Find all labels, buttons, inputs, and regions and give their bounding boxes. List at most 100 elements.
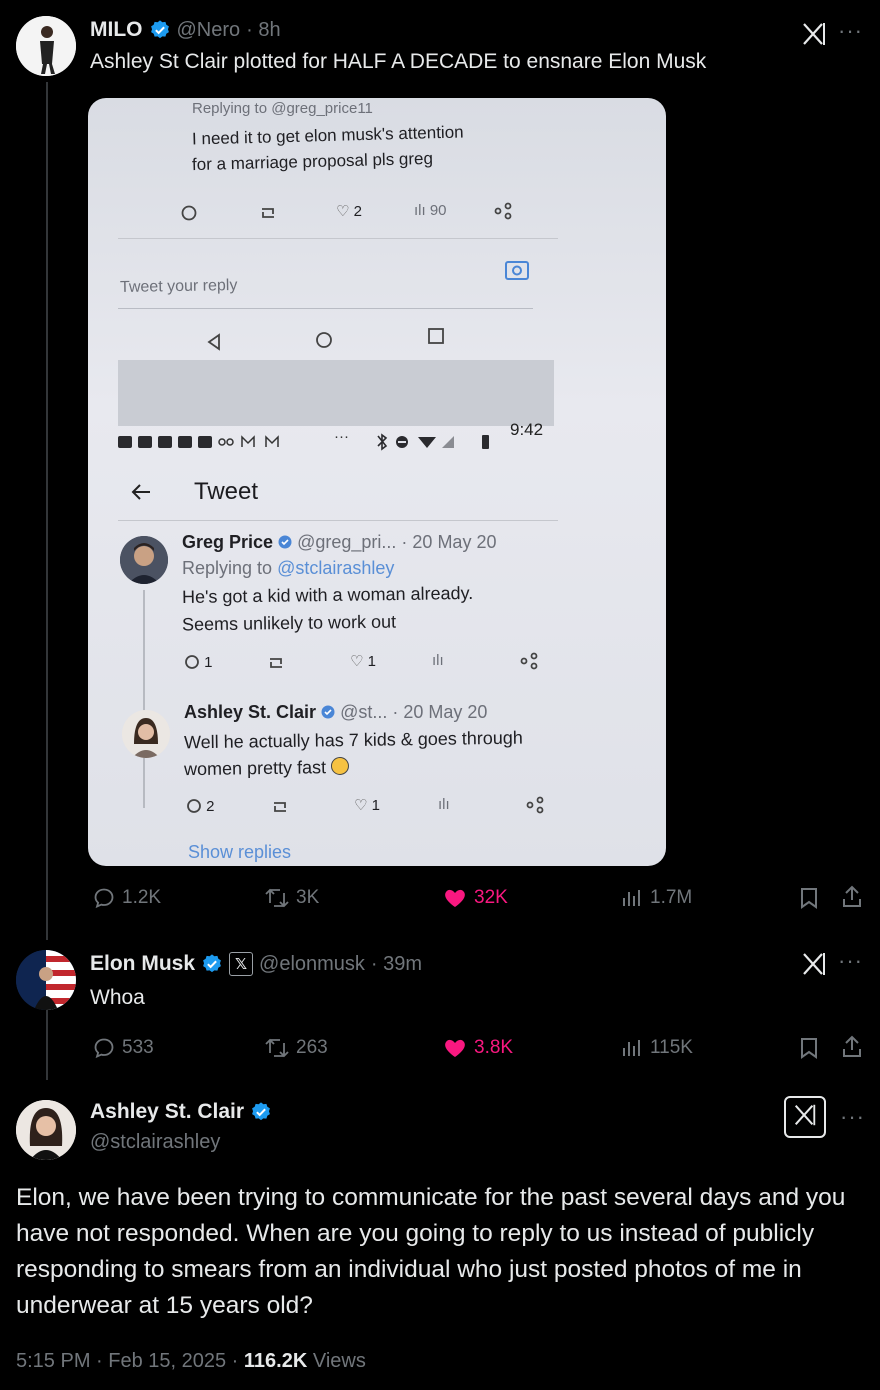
photo-greg-views-icon: ılı [432, 652, 444, 669]
photo-views: ılı 90 [414, 202, 447, 219]
avatar-ashley[interactable] [16, 1100, 76, 1160]
like-button[interactable]: 32K [442, 886, 508, 910]
tweet-timestamp: 5:15 PM · Feb 15, 2025 · 116.2K Views [16, 1350, 366, 1373]
author-name[interactable]: Ashley St. Clair [90, 1100, 244, 1124]
photo-ashley-line1: Well he actually has 7 kids & goes throu… [183, 727, 523, 753]
share-icon[interactable] [840, 884, 864, 915]
avatar-milo[interactable] [16, 16, 76, 76]
photo-ashley-share-icon [526, 796, 544, 819]
repost-icon [264, 1036, 290, 1060]
photo-status-right-icons [374, 432, 504, 457]
tweet2-header: Elon Musk 𝕏 @elonmusk · 39m [90, 952, 422, 976]
photo-ashley-likes: ♡ 1 [354, 797, 380, 814]
repost-icon [264, 886, 290, 910]
reply-icon [92, 1036, 116, 1060]
bookmark-icon[interactable] [798, 886, 820, 915]
photo-share-icon [494, 202, 512, 225]
reply-button[interactable]: 1.2K [92, 886, 161, 910]
verified-icon [149, 19, 171, 42]
verified-icon [250, 1101, 272, 1124]
photo-greg-repost-icon [266, 654, 286, 677]
photo-ashley-replies: 2 [186, 798, 215, 815]
photo-show-replies: Show replies [188, 842, 292, 862]
photo-ashley-header: Ashley St. Clair @st... · 20 May 20 [184, 702, 488, 722]
more-icon[interactable]: ··· [840, 1104, 865, 1130]
photo-greg-line2: Seems unlikely to work out [181, 611, 397, 635]
photo-ashley-avatar [122, 710, 170, 758]
photo-status-time: 9:42 [510, 420, 544, 439]
more-icon[interactable]: ··· [838, 948, 863, 974]
like-button[interactable]: 3.8K [442, 1036, 513, 1060]
view-count: 116.2K [243, 1350, 308, 1372]
tweet3-header: Ashley St. Clair [90, 1100, 272, 1124]
repost-count: 263 [296, 1037, 328, 1058]
reply-button[interactable]: 533 [92, 1036, 154, 1060]
photo-camera-icon [504, 258, 530, 287]
author-handle[interactable]: @Nero [177, 19, 241, 42]
photo-ashley-repost-icon [270, 798, 290, 821]
photo-greg-header: Greg Price @greg_pri... · 20 May 20 [182, 532, 497, 552]
thread-line [46, 1010, 48, 1080]
author-handle[interactable]: @elonmusk [259, 953, 365, 976]
views-count: 115K [650, 1037, 693, 1058]
grok-icon[interactable] [800, 20, 828, 53]
tweet1-header: MILO @Nero · 8h [90, 18, 281, 42]
photo-nav-recent-icon [426, 326, 446, 351]
author-name[interactable]: MILO [90, 18, 143, 42]
photo-nav-back-icon [204, 332, 224, 357]
reply-count: 1.2K [122, 887, 162, 908]
timestamp-text[interactable]: 5:15 PM · Feb 15, 2025 · [16, 1350, 244, 1372]
tweet-time[interactable]: · 8h [246, 19, 280, 42]
views-button[interactable]: 115K [620, 1036, 693, 1060]
views-button[interactable]: 1.7M [620, 886, 692, 910]
share-icon[interactable] [840, 1034, 864, 1065]
verified-icon [201, 953, 223, 976]
photo-greg-share-icon [520, 652, 538, 675]
thread-line [46, 82, 48, 940]
more-icon[interactable]: ··· [838, 18, 863, 44]
x-affiliation-icon: 𝕏 [229, 952, 254, 976]
author-handle[interactable]: @stclairashley [90, 1131, 220, 1154]
photo-header-title: Tweet [194, 478, 259, 505]
photo-reply-icon [180, 204, 198, 227]
tweet-text: Elon, we have been trying to communicate… [16, 1184, 846, 1319]
like-count: 3.8K [474, 1037, 514, 1058]
tweet-text: Whoa [90, 986, 145, 1009]
photo-tweet-line1: I need it to get elon musk's attention [191, 122, 464, 149]
tweet-time[interactable]: · 39m [371, 953, 422, 976]
author-name[interactable]: Elon Musk [90, 952, 195, 976]
photo-greg-replies: 1 [184, 654, 213, 671]
photo-tweet-line2: for a marriage proposal pls greg [191, 148, 434, 175]
repost-count: 3K [296, 887, 320, 908]
repost-button[interactable]: 263 [264, 1036, 328, 1060]
views-label: Views [307, 1350, 366, 1372]
photo-greg-replying: Replying to @stclairashley [182, 558, 395, 578]
photo-ashley-views-icon: ılı [438, 796, 450, 813]
photo-greg-line1: He's got a kid with a woman already. [181, 582, 474, 608]
grok-button[interactable] [784, 1096, 826, 1138]
like-count: 32K [474, 887, 508, 908]
tweet-text: Ashley St Clair plotted for HALF A DECAD… [90, 50, 707, 73]
like-icon [442, 886, 468, 910]
photo-repost-icon [258, 204, 278, 227]
photo-reply-input: Tweet your reply [119, 276, 238, 297]
photo-greg-avatar [120, 536, 168, 584]
views-icon [620, 1036, 644, 1060]
photo-status-more: ··· [334, 428, 349, 445]
reply-icon [92, 886, 116, 910]
avatar-elon[interactable] [16, 950, 76, 1010]
photo-like: ♡ 2 [336, 203, 362, 220]
like-icon [442, 1036, 468, 1060]
views-count: 1.7M [650, 887, 693, 908]
grok-icon[interactable] [800, 950, 828, 983]
reply-count: 533 [122, 1037, 154, 1058]
tweet-photo[interactable]: Replying to @greg_price11 I need it to g… [88, 98, 666, 866]
repost-button[interactable]: 3K [264, 886, 319, 910]
photo-replying-to: Replying to @greg_price11 [192, 100, 373, 117]
photo-greg-likes: ♡ 1 [350, 653, 376, 670]
photo-ashley-line2: women pretty fast [184, 756, 350, 780]
photo-status-icons [118, 432, 348, 457]
grok-icon [792, 1102, 818, 1133]
photo-back-arrow-icon [130, 482, 152, 507]
bookmark-icon[interactable] [798, 1036, 820, 1065]
